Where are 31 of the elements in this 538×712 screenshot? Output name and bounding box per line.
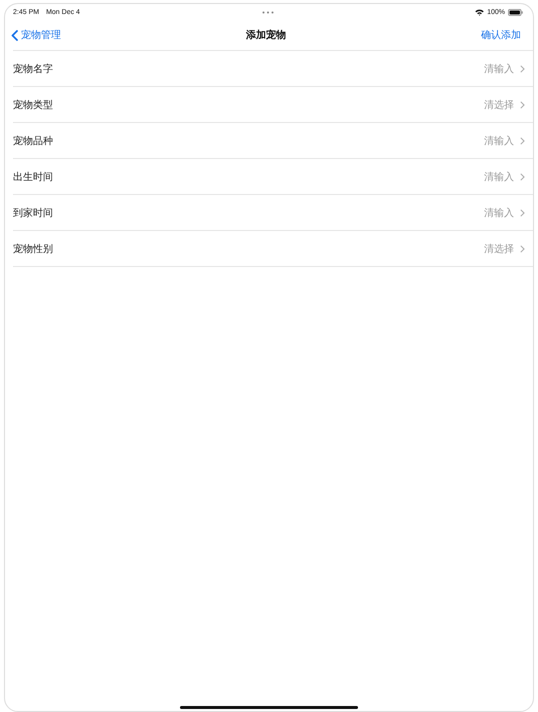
row-placeholder: 清选择 (484, 98, 514, 112)
nav-title: 添加宠物 (246, 28, 286, 42)
wifi-icon (475, 8, 484, 16)
row-placeholder: 清输入 (484, 62, 514, 76)
battery-icon (508, 8, 523, 16)
row-placeholder: 清选择 (484, 242, 514, 256)
form-row[interactable]: 宠物品种 清输入 (13, 123, 533, 159)
form-row[interactable]: 宠物性别 清选择 (13, 231, 533, 267)
chevron-icon (520, 100, 525, 108)
chevron-icon (520, 172, 525, 180)
row-label: 到家时间 (13, 206, 54, 220)
row-label: 宠物类型 (13, 98, 54, 112)
row-label: 宠物名字 (13, 62, 54, 76)
back-chevron-icon (11, 30, 18, 40)
back-button[interactable]: 宠物管理 (11, 28, 246, 42)
form-row[interactable]: 到家时间 清输入 (13, 195, 533, 231)
dots-icon (262, 10, 274, 14)
chevron-icon (520, 244, 525, 252)
row-placeholder: 清输入 (484, 134, 514, 148)
row-placeholder: 清输入 (484, 170, 514, 184)
row-placeholder: 清输入 (484, 206, 514, 220)
chevron-icon (520, 208, 525, 216)
confirm-button[interactable]: 确认添加 (481, 28, 521, 42)
form-row[interactable]: 宠物类型 清选择 (13, 87, 533, 123)
row-label: 宠物品种 (13, 134, 54, 148)
chevron-icon (520, 136, 525, 144)
form-row[interactable]: 宠物名字 清输入 (13, 51, 533, 87)
row-label: 出生时间 (13, 170, 54, 184)
row-label: 宠物性别 (13, 242, 54, 256)
chevron-icon (520, 64, 525, 72)
form-row[interactable]: 出生时间 清输入 (13, 159, 533, 195)
